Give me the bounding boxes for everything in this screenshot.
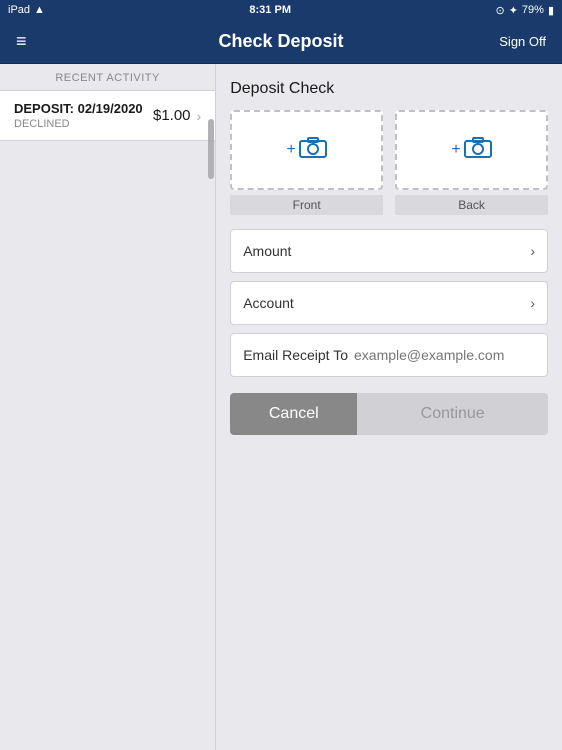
account-label: Account — [243, 295, 294, 311]
deposit-item-title: DEPOSIT: 02/19/2020 — [14, 101, 143, 116]
back-camera-box: + Back — [395, 110, 548, 215]
left-panel: RECENT ACTIVITY DEPOSIT: 02/19/2020 DECL… — [0, 64, 216, 750]
deposit-item-info: DEPOSIT: 02/19/2020 DECLINED — [14, 101, 143, 130]
email-row: Email Receipt To — [230, 333, 548, 377]
back-camera-button[interactable]: + — [395, 110, 548, 190]
menu-button[interactable]: ≡ — [12, 27, 31, 56]
deposit-date: 02/19/2020 — [78, 101, 143, 116]
amount-label: Amount — [243, 243, 291, 259]
continue-button[interactable]: Continue — [357, 393, 548, 435]
account-chevron-icon: › — [530, 295, 535, 311]
front-camera-icon — [299, 136, 327, 164]
deposit-item-right: $1.00 › — [153, 107, 201, 124]
back-camera-label: Back — [395, 195, 548, 215]
airplay-icon: ⊙ — [495, 4, 504, 17]
wifi-icon: ▲ — [34, 4, 45, 16]
bluetooth-icon: ✦ — [509, 4, 518, 17]
amount-chevron-icon: › — [530, 243, 535, 259]
amount-field[interactable]: Amount › — [230, 229, 548, 273]
account-field[interactable]: Account › — [230, 281, 548, 325]
back-camera-icon-wrap: + — [451, 136, 491, 164]
nav-bar: ≡ Check Deposit Sign Off — [0, 20, 562, 64]
front-camera-label: Front — [230, 195, 383, 215]
cancel-button[interactable]: Cancel — [230, 393, 357, 435]
deposit-prefix: DEPOSIT: — [14, 101, 74, 116]
front-camera-button[interactable]: + — [230, 110, 383, 190]
scroll-indicator — [208, 119, 214, 179]
status-bar-right: ⊙ ✦ 79% ▮ — [495, 4, 554, 17]
deposit-check-title: Deposit Check — [230, 80, 548, 98]
main-container: RECENT ACTIVITY DEPOSIT: 02/19/2020 DECL… — [0, 64, 562, 750]
deposit-list-item[interactable]: DEPOSIT: 02/19/2020 DECLINED $1.00 › — [0, 90, 215, 141]
deposit-item-status: DECLINED — [14, 118, 143, 130]
front-camera-box: + Front — [230, 110, 383, 215]
email-input[interactable] — [354, 347, 535, 363]
back-plus-icon: + — [451, 141, 460, 159]
status-bar-left: iPad ▲ — [8, 4, 45, 16]
carrier-label: iPad — [8, 4, 30, 16]
status-bar: iPad ▲ 8:31 PM ⊙ ✦ 79% ▮ — [0, 0, 562, 20]
front-camera-icon-wrap: + — [286, 136, 326, 164]
status-bar-time: 8:31 PM — [249, 4, 291, 16]
camera-row: + Front + — [230, 110, 548, 215]
battery-icon: ▮ — [548, 4, 554, 17]
page-title: Check Deposit — [218, 31, 343, 52]
recent-activity-label: RECENT ACTIVITY — [0, 64, 215, 90]
front-plus-icon: + — [286, 141, 295, 159]
right-panel: Deposit Check + — [216, 64, 562, 750]
battery-label: 79% — [522, 4, 544, 16]
back-camera-icon — [464, 136, 492, 164]
deposit-amount: $1.00 — [153, 107, 191, 124]
email-receipt-label: Email Receipt To — [243, 347, 348, 363]
sign-off-button[interactable]: Sign Off — [495, 30, 550, 53]
button-row: Cancel Continue — [230, 393, 548, 435]
chevron-right-icon: › — [197, 108, 202, 124]
